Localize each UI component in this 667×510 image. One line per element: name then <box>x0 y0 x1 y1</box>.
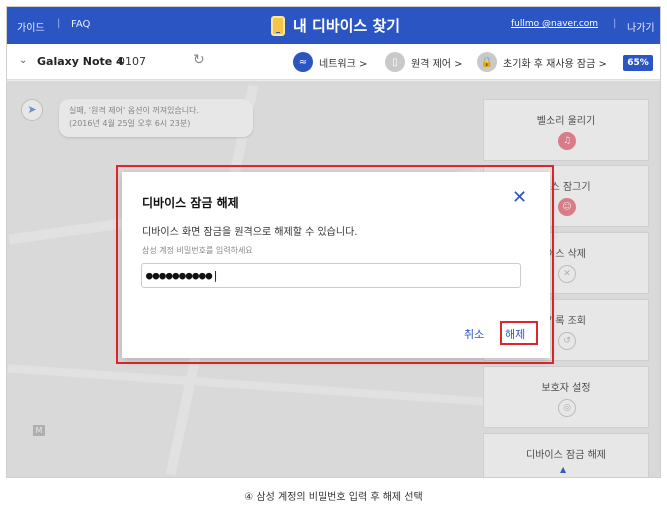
app-title: 내 디바이스 찾기 <box>293 17 401 35</box>
unlock-button[interactable]: 해제 <box>505 326 525 342</box>
phone-outline-icon: ▯ <box>385 52 405 72</box>
close-icon[interactable]: ✕ <box>512 189 527 207</box>
guide-link[interactable]: 가이드 <box>17 19 45 34</box>
lock-icon: 🔒 <box>477 52 497 72</box>
chevron-down-icon[interactable]: ⌄ <box>19 55 27 66</box>
device-number: 0107 <box>118 55 146 68</box>
reset-lock-button[interactable]: 🔒 초기화 후 재사용 잠금 > <box>477 51 607 73</box>
exit-link[interactable]: 나가기 <box>627 19 655 34</box>
dialog-title: 디바이스 잠금 해제 <box>142 196 239 210</box>
remote-control-button[interactable]: ▯ 원격 제어 > <box>385 51 463 73</box>
cancel-button[interactable]: 취소 <box>464 326 484 342</box>
phone-icon <box>271 16 285 36</box>
network-button[interactable]: ≈ 네트워크 > <box>293 51 367 73</box>
header-bar: 가이드 | FAQ 내 디바이스 찾기 fullmo @naver.com | … <box>7 7 660 44</box>
device-name[interactable]: Galaxy Note 4 <box>37 55 124 68</box>
user-email[interactable]: fullmo @naver.com <box>511 19 598 29</box>
password-hint: 삼성 계정 비밀번호를 입력하세요 <box>142 246 253 255</box>
refresh-icon[interactable]: ↻ <box>193 52 205 68</box>
password-field[interactable] <box>141 263 521 288</box>
faq-link[interactable]: FAQ <box>71 19 90 30</box>
unlock-dialog: 디바이스 잠금 해제 ✕ 디바이스 화면 잠금을 원격으로 해제할 수 있습니다… <box>122 172 550 358</box>
figure-caption: ④ 삼성 계정의 비밀번호 입력 후 해제 선택 <box>244 492 423 503</box>
remote-label: 원격 제어 > <box>411 58 463 70</box>
reset-lock-label: 초기화 후 재사용 잠금 > <box>503 58 607 70</box>
network-label: 네트워크 > <box>319 58 368 70</box>
dialog-description: 디바이스 화면 잠금을 원격으로 해제할 수 있습니다. <box>142 227 358 238</box>
wifi-icon: ≈ <box>293 52 313 72</box>
battery-badge: 65% <box>623 55 653 71</box>
device-toolbar: ⌄ Galaxy Note 4 0107 ↻ ≈ 네트워크 > ▯ 원격 제어 … <box>7 44 660 80</box>
header-separator: | <box>57 18 61 29</box>
header-separator: | <box>613 18 617 29</box>
